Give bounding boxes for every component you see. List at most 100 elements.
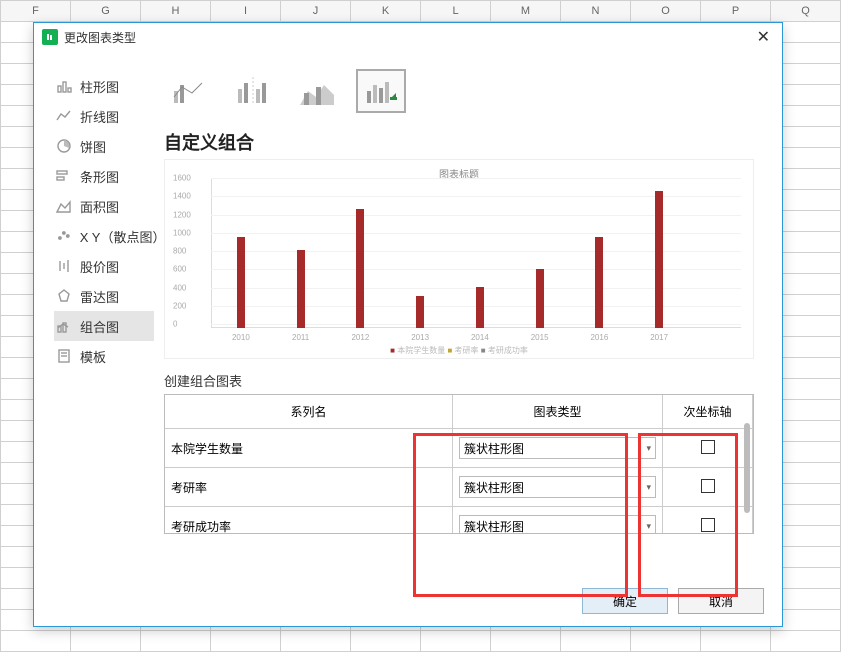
chevron-down-icon: ▾ — [646, 521, 651, 532]
chart-type-icon — [56, 168, 72, 184]
sidebar-item-0[interactable]: 柱形图 — [54, 71, 164, 101]
cell[interactable] — [351, 631, 421, 652]
y-tick: 1400 — [173, 192, 191, 201]
series-name-cell: 本院学生数量 — [165, 429, 453, 468]
sidebar-item-7[interactable]: 雷达图 — [54, 281, 164, 311]
bar — [237, 237, 245, 328]
sidebar-item-1[interactable]: 折线图 — [54, 101, 164, 131]
secondary-axis-checkbox[interactable] — [701, 518, 715, 532]
subtype-thumbnails — [164, 69, 754, 113]
cell[interactable] — [771, 631, 841, 652]
chart-type-combo[interactable]: 簇状柱形图▾ — [459, 515, 656, 534]
y-tick: 400 — [173, 283, 186, 292]
sidebar-item-8[interactable]: 组合图 — [54, 311, 154, 341]
cell[interactable] — [281, 631, 351, 652]
cell[interactable] — [1, 631, 71, 652]
sidebar-item-label: 模板 — [80, 347, 106, 366]
cancel-button[interactable]: 取消 — [678, 588, 764, 614]
sidebar-item-label: 雷达图 — [80, 287, 119, 306]
bar — [297, 250, 305, 328]
x-tick: 2017 — [650, 333, 668, 342]
bar — [416, 296, 424, 328]
chart-type-combo[interactable]: 簇状柱形图▾ — [459, 476, 656, 498]
chart-legend: 本院学生数量 考研率 考研成功率 — [165, 345, 753, 356]
y-tick: 0 — [173, 320, 177, 329]
column-header[interactable]: F — [1, 1, 71, 22]
cell[interactable] — [421, 631, 491, 652]
column-header[interactable]: J — [281, 1, 351, 22]
close-button[interactable]: ✕ — [753, 27, 774, 47]
subtype-thumb-1[interactable] — [164, 69, 214, 113]
sidebar-item-label: 柱形图 — [80, 77, 119, 96]
x-tick: 2016 — [590, 333, 608, 342]
x-tick: 2014 — [471, 333, 489, 342]
y-tick: 1600 — [173, 174, 191, 183]
secondary-axis-checkbox[interactable] — [701, 440, 715, 454]
subtype-thumb-4-selected[interactable] — [356, 69, 406, 113]
cell[interactable] — [631, 631, 701, 652]
col-series-name: 系列名 — [165, 395, 453, 429]
chart-type-icon — [56, 288, 72, 304]
sidebar-item-9[interactable]: 模板 — [54, 341, 164, 371]
change-chart-type-dialog: 更改图表类型 ✕ 柱形图折线图饼图条形图面积图 X Y（散点图） 股价图雷达图组合图… — [33, 22, 783, 627]
column-header[interactable]: M — [491, 1, 561, 22]
series-row: 本院学生数量簇状柱形图▾ — [165, 429, 753, 468]
subtype-thumb-2[interactable] — [228, 69, 278, 113]
column-header[interactable]: L — [421, 1, 491, 22]
cell[interactable] — [561, 631, 631, 652]
sidebar-item-label: X Y（散点图） — [80, 227, 164, 246]
chevron-down-icon: ▾ — [646, 482, 651, 493]
sidebar-item-label: 折线图 — [80, 107, 119, 126]
chart-type-icon — [56, 258, 72, 274]
cell[interactable] — [701, 631, 771, 652]
column-header[interactable]: N — [561, 1, 631, 22]
bar — [595, 237, 603, 328]
column-header[interactable]: P — [701, 1, 771, 22]
column-header[interactable]: G — [71, 1, 141, 22]
series-name-cell: 考研率 — [165, 468, 453, 507]
sidebar-item-label: 条形图 — [80, 167, 119, 186]
x-tick: 2012 — [351, 333, 369, 342]
y-tick: 1200 — [173, 210, 191, 219]
sidebar-item-label: 面积图 — [80, 197, 119, 216]
x-tick: 2010 — [232, 333, 250, 342]
bar — [655, 191, 663, 328]
sidebar-item-3[interactable]: 条形图 — [54, 161, 164, 191]
chart-type-combo[interactable]: 簇状柱形图▾ — [459, 437, 656, 459]
dialog-title: 更改图表类型 — [64, 29, 136, 46]
x-tick: 2011 — [292, 333, 309, 342]
secondary-axis-checkbox[interactable] — [701, 479, 715, 493]
ok-button[interactable]: 确定 — [582, 588, 668, 614]
scrollbar-thumb[interactable] — [744, 423, 750, 513]
sidebar-item-label: 组合图 — [80, 317, 119, 336]
sidebar-item-2[interactable]: 饼图 — [54, 131, 164, 161]
column-header[interactable]: K — [351, 1, 421, 22]
column-header[interactable]: H — [141, 1, 211, 22]
combo-subhead: 创建组合图表 — [164, 371, 754, 390]
sidebar-item-5[interactable]: X Y（散点图） — [54, 221, 164, 251]
subtype-thumb-3[interactable] — [292, 69, 342, 113]
chart-type-icon — [56, 78, 72, 94]
column-header[interactable]: Q — [771, 1, 841, 22]
bar — [476, 287, 484, 328]
cell[interactable] — [211, 631, 281, 652]
column-header[interactable]: I — [211, 1, 281, 22]
y-tick: 800 — [173, 247, 186, 256]
dialog-footer: 确定 取消 — [34, 578, 782, 626]
column-header[interactable]: O — [631, 1, 701, 22]
chevron-down-icon: ▾ — [646, 443, 651, 454]
chart-type-icon — [56, 228, 72, 244]
cell[interactable] — [71, 631, 141, 652]
x-tick: 2015 — [531, 333, 549, 342]
app-icon — [42, 29, 58, 45]
sidebar-item-4[interactable]: 面积图 — [54, 191, 164, 221]
cell[interactable] — [141, 631, 211, 652]
section-title: 自定义组合 — [164, 129, 754, 155]
chart-preview: 图表标题 02004006008001000120014001600201020… — [164, 159, 754, 359]
cell[interactable] — [491, 631, 561, 652]
col-secondary-axis: 次坐标轴 — [663, 395, 753, 429]
chart-type-icon — [56, 138, 72, 154]
sidebar-item-6[interactable]: 股价图 — [54, 251, 164, 281]
series-row: 考研成功率簇状柱形图▾ — [165, 507, 753, 535]
x-tick: 2013 — [411, 333, 429, 342]
